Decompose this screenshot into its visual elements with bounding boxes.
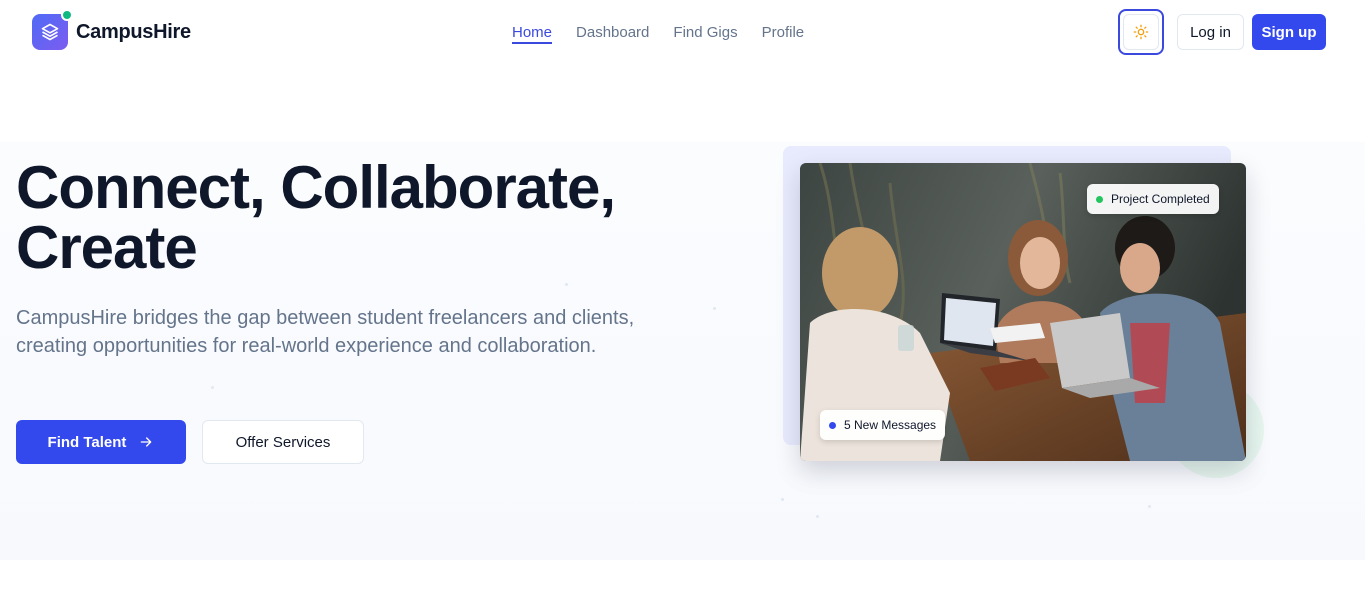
sun-icon: [1133, 24, 1149, 40]
find-talent-button[interactable]: Find Talent: [16, 420, 186, 464]
new-messages-badge: 5 New Messages: [820, 410, 946, 440]
status-dot: [61, 9, 73, 21]
nav-item-home[interactable]: Home: [512, 24, 553, 44]
decor-speck: [565, 283, 568, 286]
signup-button[interactable]: Sign up: [1252, 14, 1326, 50]
brand-name: CampusHire: [76, 20, 191, 43]
theme-toggle-inner: [1123, 14, 1159, 50]
find-talent-label: Find Talent: [47, 433, 127, 451]
offer-services-button[interactable]: Offer Services: [202, 420, 364, 464]
nav-item-profile[interactable]: Profile: [762, 24, 805, 44]
theme-toggle-button[interactable]: [1118, 9, 1164, 55]
brand-logo[interactable]: CampusHire: [32, 9, 191, 50]
decor-speck: [816, 515, 819, 518]
hero-title-line-2: Create: [16, 214, 198, 281]
decor-speck: [211, 386, 214, 389]
nav-item-find-gigs[interactable]: Find Gigs: [673, 24, 737, 44]
status-dot: [829, 421, 836, 429]
decor-speck: [713, 307, 716, 310]
status-dot: [1096, 195, 1103, 203]
layers-logo-icon: [32, 9, 73, 50]
decor-speck: [781, 498, 784, 501]
project-completed-badge: Project Completed: [1087, 184, 1219, 214]
login-button[interactable]: Log in: [1177, 14, 1244, 50]
badge-label: Project Completed: [1111, 192, 1210, 206]
nav-item-dashboard[interactable]: Dashboard: [576, 24, 649, 44]
hero-subtitle: CampusHire bridges the gap between stude…: [16, 307, 635, 357]
hero-title-line-1: Connect, Collaborate,: [16, 154, 616, 221]
arrow-right-icon: [141, 437, 152, 447]
hero-title: Connect, Collaborate, Create: [16, 158, 736, 278]
badge-label: 5 New Messages: [844, 418, 937, 432]
main-nav: Home Dashboard Find Gigs Profile: [512, 24, 804, 44]
top-navbar: CampusHire Home Dashboard Find Gigs Prof…: [0, 0, 1365, 64]
decor-speck: [1148, 505, 1151, 508]
